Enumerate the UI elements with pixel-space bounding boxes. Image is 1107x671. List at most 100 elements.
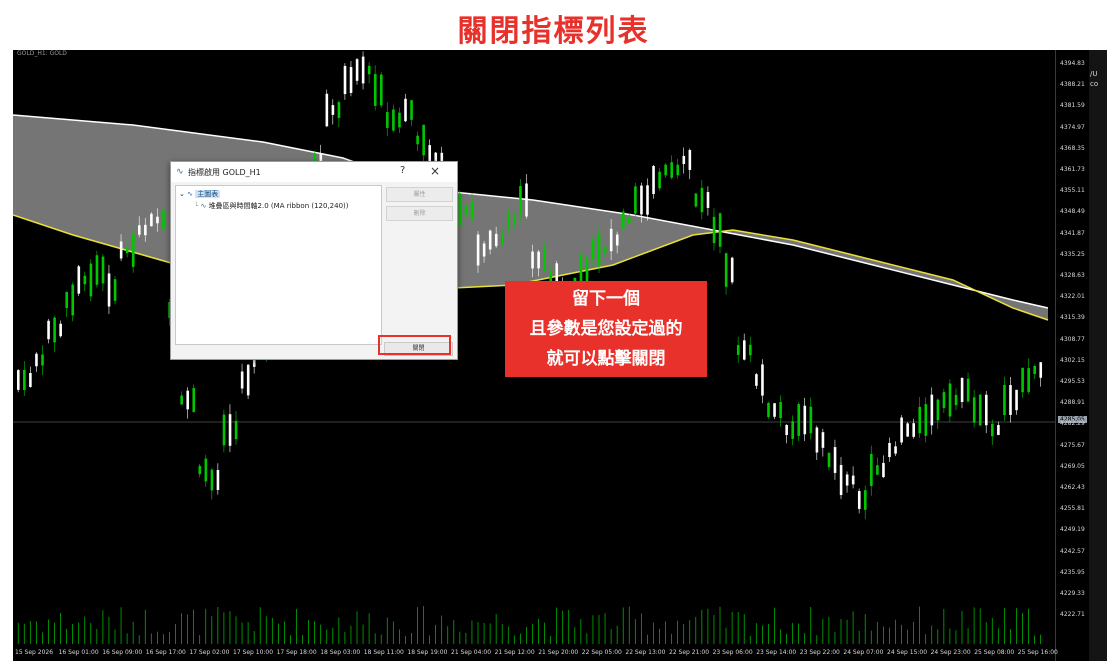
price-tick-label: 4229.33: [1060, 590, 1085, 597]
candle-body: [876, 465, 879, 475]
price-tick-label: 4242.57: [1060, 547, 1085, 555]
candle-body: [192, 388, 196, 412]
price-tick-label: 4269.05: [1060, 462, 1085, 470]
candle-body: [603, 246, 607, 254]
time-tick-label: 25 Sep 16:00: [1017, 649, 1058, 656]
candle-body: [337, 102, 341, 118]
candle-body: [204, 458, 208, 482]
price-tick-label: 4249.19: [1060, 526, 1085, 534]
candle-body: [162, 210, 165, 230]
candle-body: [17, 370, 20, 390]
candle-body: [355, 59, 359, 81]
candle-body: [71, 284, 75, 316]
candle-body: [609, 228, 613, 252]
candle-body: [367, 65, 371, 75]
candle-body: [1009, 385, 1012, 415]
candle-body: [622, 211, 625, 229]
time-tick-label: 16 Sep 09:00: [102, 649, 143, 656]
candle-body: [234, 420, 238, 440]
price-tick-label: 4315.39: [1060, 314, 1085, 322]
candle-body: [718, 213, 722, 247]
candle-body: [585, 258, 589, 282]
candle-body: [870, 453, 873, 487]
candle-body: [591, 240, 595, 260]
help-button[interactable]: ?: [400, 165, 405, 176]
candle-body: [410, 100, 413, 120]
price-tick-label: 4255.81: [1060, 505, 1085, 513]
candle-body: [930, 394, 934, 426]
price-tick-label: 4368.35: [1060, 144, 1085, 152]
candle-body: [331, 105, 335, 115]
tree-item-ma-ribbon[interactable]: └ ∿ 堆疊區與時間軸2.0 (MA ribbon (120,240)): [194, 201, 349, 211]
chevron-down-icon[interactable]: ⌄: [179, 190, 185, 198]
candle-body: [470, 201, 474, 219]
dialog-titlebar[interactable]: ∿ 指標啟用 GOLD_H1 ? ×: [171, 162, 457, 182]
candle-body: [186, 390, 189, 410]
side-panel[interactable]: /U co: [1089, 50, 1107, 661]
time-tick-label: 17 Sep 18:00: [276, 649, 317, 656]
candle-body: [35, 353, 38, 367]
candle-body: [682, 155, 686, 165]
candle-body: [894, 446, 897, 454]
close-button-highlight: [378, 335, 451, 355]
candle-body: [246, 364, 250, 396]
price-tick-label: 4308.77: [1060, 335, 1085, 343]
candle-body: [730, 257, 734, 283]
time-tick-label: 22 Sep 21:00: [669, 649, 710, 656]
time-tick-label: 21 Sep 04:00: [451, 649, 492, 656]
indicator-tree[interactable]: ⌄ ∿ 主圖表 └ ∿ 堆疊區與時間軸2.0 (MA ribbon (120,2…: [175, 185, 382, 345]
indicator-list-dialog[interactable]: ∿ 指標啟用 GOLD_H1 ? × ⌄ ∿ 主圖表 └ ∿ 堆疊區與時間軸2.…: [170, 161, 458, 360]
candle-body: [210, 469, 214, 491]
candle-body: [864, 490, 867, 510]
candle-body: [827, 452, 831, 468]
time-tick-label: 24 Sep 23:00: [930, 649, 971, 656]
time-tick-label: 21 Sep 12:00: [494, 649, 535, 656]
time-tick-label: 18 Sep 11:00: [363, 649, 404, 656]
candle-body: [833, 447, 837, 473]
candle-body: [936, 399, 940, 421]
candle-body: [918, 406, 922, 434]
candle-body: [888, 442, 891, 458]
time-tick-label: 23 Sep 22:00: [799, 649, 840, 656]
candle-body: [906, 423, 909, 437]
candle-body: [507, 213, 510, 227]
candle-body: [216, 470, 220, 490]
time-tick-label: 15 Sep 2026: [15, 649, 54, 656]
candle-body: [373, 74, 377, 106]
time-tick-label: 16 Sep 01:00: [58, 649, 99, 656]
candle-body: [131, 233, 135, 267]
candle-body: [767, 402, 770, 418]
candle-body: [658, 171, 661, 189]
candle-body: [670, 162, 673, 178]
delete-button[interactable]: 刪除: [386, 206, 453, 221]
candle-body: [785, 424, 788, 436]
price-tick-label: 4381.59: [1060, 102, 1085, 110]
tree-root-main-chart[interactable]: ⌄ ∿ 主圖表: [179, 189, 221, 199]
candle-body: [380, 74, 383, 106]
time-tick-label: 22 Sep 13:00: [625, 649, 666, 656]
price-tick-label: 4275.67: [1060, 441, 1085, 449]
candle-body: [343, 65, 347, 95]
price-axis[interactable]: 4285.05 4394.83 4388.21 4381.59 4374.97 4368…: [1055, 50, 1090, 661]
candle-body: [113, 279, 117, 301]
candle-body: [144, 224, 147, 236]
candle-body: [1021, 367, 1024, 393]
candle-body: [773, 403, 776, 417]
candle-body: [851, 475, 855, 485]
callout-line-1: 留下一個: [572, 289, 640, 309]
candle-body: [749, 344, 752, 356]
candle-body: [488, 230, 492, 250]
candle-body: [978, 394, 982, 426]
price-tick-label: 4335.25: [1060, 250, 1085, 258]
candle-body: [53, 317, 56, 343]
candle-body: [513, 216, 516, 224]
candle-body: [597, 233, 601, 267]
candle-body: [228, 414, 232, 446]
candle-body: [972, 397, 976, 423]
candle-body: [156, 216, 159, 224]
close-icon[interactable]: ×: [430, 164, 440, 178]
candle-body: [83, 275, 87, 285]
candle-body: [924, 404, 928, 436]
properties-button[interactable]: 屬性: [386, 187, 453, 202]
candle-body: [664, 164, 667, 176]
